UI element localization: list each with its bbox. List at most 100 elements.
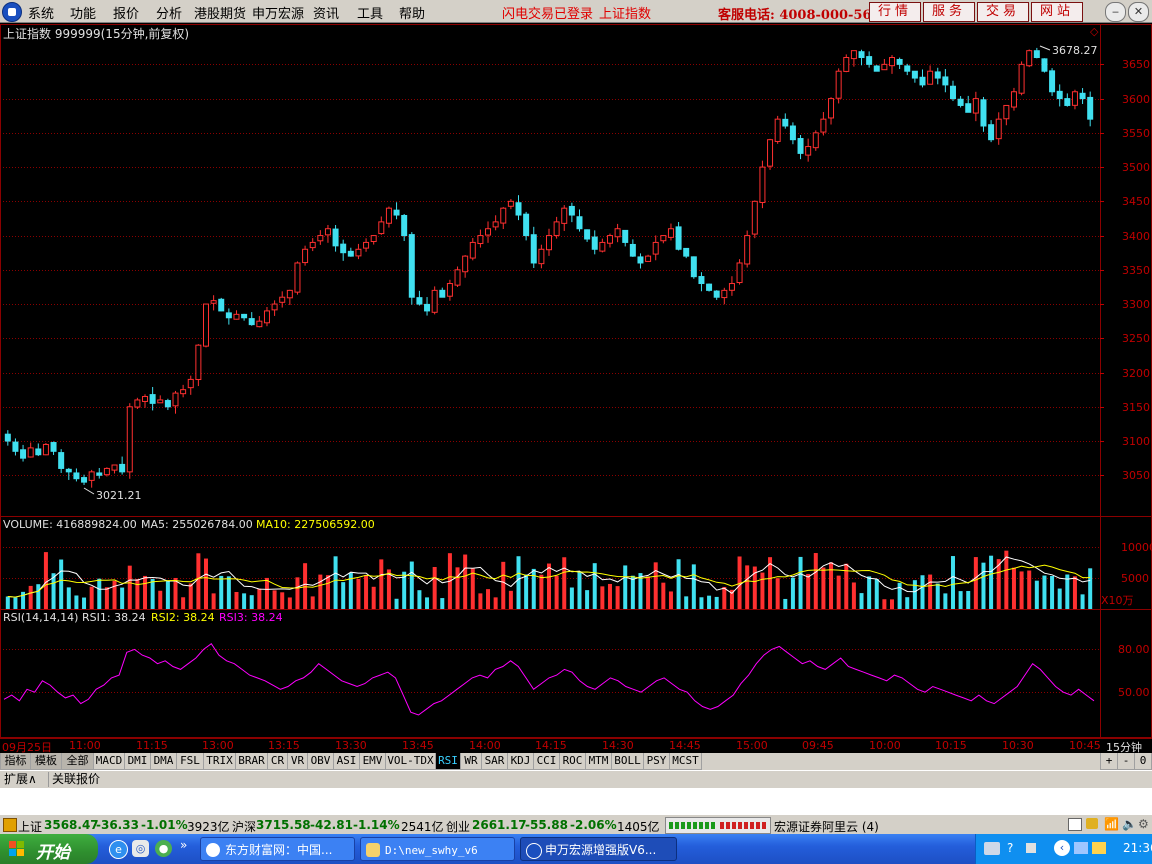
- close-icon[interactable]: ✕: [1128, 2, 1149, 22]
- tab-macd[interactable]: MACD: [93, 753, 125, 770]
- volume-bar: [257, 588, 262, 609]
- ticker-menu-icon[interactable]: [3, 818, 17, 832]
- tray-collapse-icon[interactable]: ‹: [1054, 840, 1070, 856]
- tab-emv[interactable]: EMV: [359, 753, 386, 770]
- tab-template[interactable]: 模板: [30, 753, 62, 770]
- tab-boll[interactable]: BOLL: [611, 753, 644, 770]
- taskbar-window-eastmoney[interactable]: 东方财富网：中国...: [200, 837, 355, 861]
- diamond-icon[interactable]: ◇: [1090, 25, 1098, 38]
- lock-icon[interactable]: [1086, 818, 1098, 829]
- browser-icon[interactable]: ◎: [132, 840, 149, 857]
- candlestick: [873, 64, 880, 72]
- tab-cr[interactable]: CR: [267, 753, 288, 770]
- tab-psy[interactable]: PSY: [643, 753, 670, 770]
- tab-rsi[interactable]: RSI: [435, 753, 461, 770]
- candlestick: [4, 430, 11, 446]
- help-icon[interactable]: ?: [1007, 841, 1013, 855]
- tab-dmi[interactable]: DMI: [124, 753, 151, 770]
- app-logo-icon[interactable]: [2, 2, 22, 22]
- menu-function[interactable]: 功能: [70, 3, 96, 22]
- volume-bar: [1034, 580, 1039, 609]
- candlestick: [355, 243, 362, 260]
- tab-mcst[interactable]: MCST: [669, 753, 702, 770]
- trade-button[interactable]: 交易: [977, 2, 1029, 22]
- tab-indicator[interactable]: 指标: [0, 753, 31, 770]
- taskbar-window-folder[interactable]: D:\new_swhy_v6: [360, 837, 515, 861]
- note-icon[interactable]: [1068, 818, 1082, 831]
- menu-hk-futures[interactable]: 港股期货: [194, 3, 246, 22]
- price-tick-label: 3250: [1122, 331, 1150, 345]
- security-icon[interactable]: [1092, 842, 1106, 854]
- menu-help[interactable]: 帮助: [399, 3, 425, 22]
- volume-bar: [539, 574, 544, 609]
- candlestick: [942, 68, 949, 93]
- menu-quote[interactable]: 报价: [113, 3, 139, 22]
- tab-trix[interactable]: TRIX: [203, 753, 236, 770]
- ticker-sh-amount: 3923亿: [187, 820, 230, 834]
- tab-all[interactable]: 全部: [61, 753, 94, 770]
- volume-bar: [356, 578, 361, 609]
- tab-vol-tdx[interactable]: VOL-TDX: [385, 753, 436, 770]
- tab-kdj[interactable]: KDJ: [507, 753, 534, 770]
- ticker-hs-pct: -1.14%: [353, 818, 400, 832]
- tab-add-button[interactable]: +: [1100, 753, 1118, 770]
- tab-mtm[interactable]: MTM: [585, 753, 612, 770]
- settings-icon[interactable]: ⚙: [1138, 817, 1149, 831]
- volume-bar: [303, 563, 308, 609]
- tab-obv[interactable]: OBV: [307, 753, 334, 770]
- tab-asi[interactable]: ASI: [333, 753, 360, 770]
- candlestick: [279, 291, 286, 308]
- volume-bar: [470, 568, 475, 609]
- start-button[interactable]: 开始: [0, 834, 98, 864]
- volume-bar: [1042, 575, 1047, 609]
- candlestick: [706, 283, 713, 292]
- service-button[interactable]: 服务: [923, 2, 975, 22]
- tab-remove-button[interactable]: -: [1117, 753, 1135, 770]
- volume-bar: [150, 579, 155, 609]
- volume-bar: [455, 567, 460, 609]
- tab-fsl[interactable]: FSL: [176, 753, 204, 770]
- volume-bar: [691, 564, 696, 609]
- keyboard-icon[interactable]: [984, 842, 1000, 855]
- tab-brar[interactable]: BRAR: [235, 753, 268, 770]
- time-label: 14:00: [469, 739, 501, 752]
- tab-cci[interactable]: CCI: [533, 753, 560, 770]
- related-quotes-tab[interactable]: 关联报价: [48, 772, 100, 787]
- menu-system[interactable]: 系统: [28, 3, 54, 22]
- menu-news[interactable]: 资讯: [313, 3, 339, 22]
- tab-vr[interactable]: VR: [287, 753, 308, 770]
- tab-wr[interactable]: WR: [460, 753, 482, 770]
- tab-sar[interactable]: SAR: [481, 753, 508, 770]
- volume-bar: [676, 559, 681, 609]
- tab-dma[interactable]: DMA: [150, 753, 177, 770]
- candlestick: [652, 235, 659, 261]
- minimize-icon[interactable]: ‒: [1105, 2, 1126, 22]
- quote-button[interactable]: 行情: [869, 2, 921, 22]
- candlestick: [934, 67, 941, 85]
- kline-chart[interactable]: [0, 23, 1152, 738]
- ie-icon[interactable]: e: [109, 840, 128, 859]
- volume-unit-label: X10万: [1101, 594, 1134, 607]
- volume-bar: [486, 589, 491, 609]
- volume-bar: [1027, 570, 1032, 609]
- quicklaunch-more-icon[interactable]: »: [180, 838, 187, 852]
- app-quick-icon[interactable]: ●: [155, 840, 172, 857]
- time-label: 14:30: [602, 739, 634, 752]
- menu-swhy[interactable]: 申万宏源: [252, 3, 304, 22]
- menu-analysis[interactable]: 分析: [156, 3, 182, 22]
- candlestick: [820, 112, 827, 136]
- network-icon[interactable]: [1074, 842, 1088, 854]
- ticker-cy-amount: 1405亿: [617, 820, 660, 834]
- tab-reset-button[interactable]: 0: [1134, 753, 1152, 770]
- candlestick: [263, 306, 270, 327]
- website-button[interactable]: 网站: [1031, 2, 1083, 22]
- ticker-hs-name: 沪深: [232, 820, 257, 834]
- extension-toggle[interactable]: 扩展∧: [4, 772, 37, 787]
- menu-tools[interactable]: 工具: [357, 3, 383, 22]
- signal-icon[interactable]: 📶: [1104, 817, 1119, 831]
- speaker-icon[interactable]: 🔈: [1122, 817, 1137, 831]
- input-method-icon[interactable]: [1026, 843, 1036, 853]
- market-breadth-indicator: [665, 817, 771, 834]
- taskbar-window-swhy[interactable]: 申万宏源增强版V6...: [520, 837, 677, 861]
- tab-roc[interactable]: ROC: [559, 753, 586, 770]
